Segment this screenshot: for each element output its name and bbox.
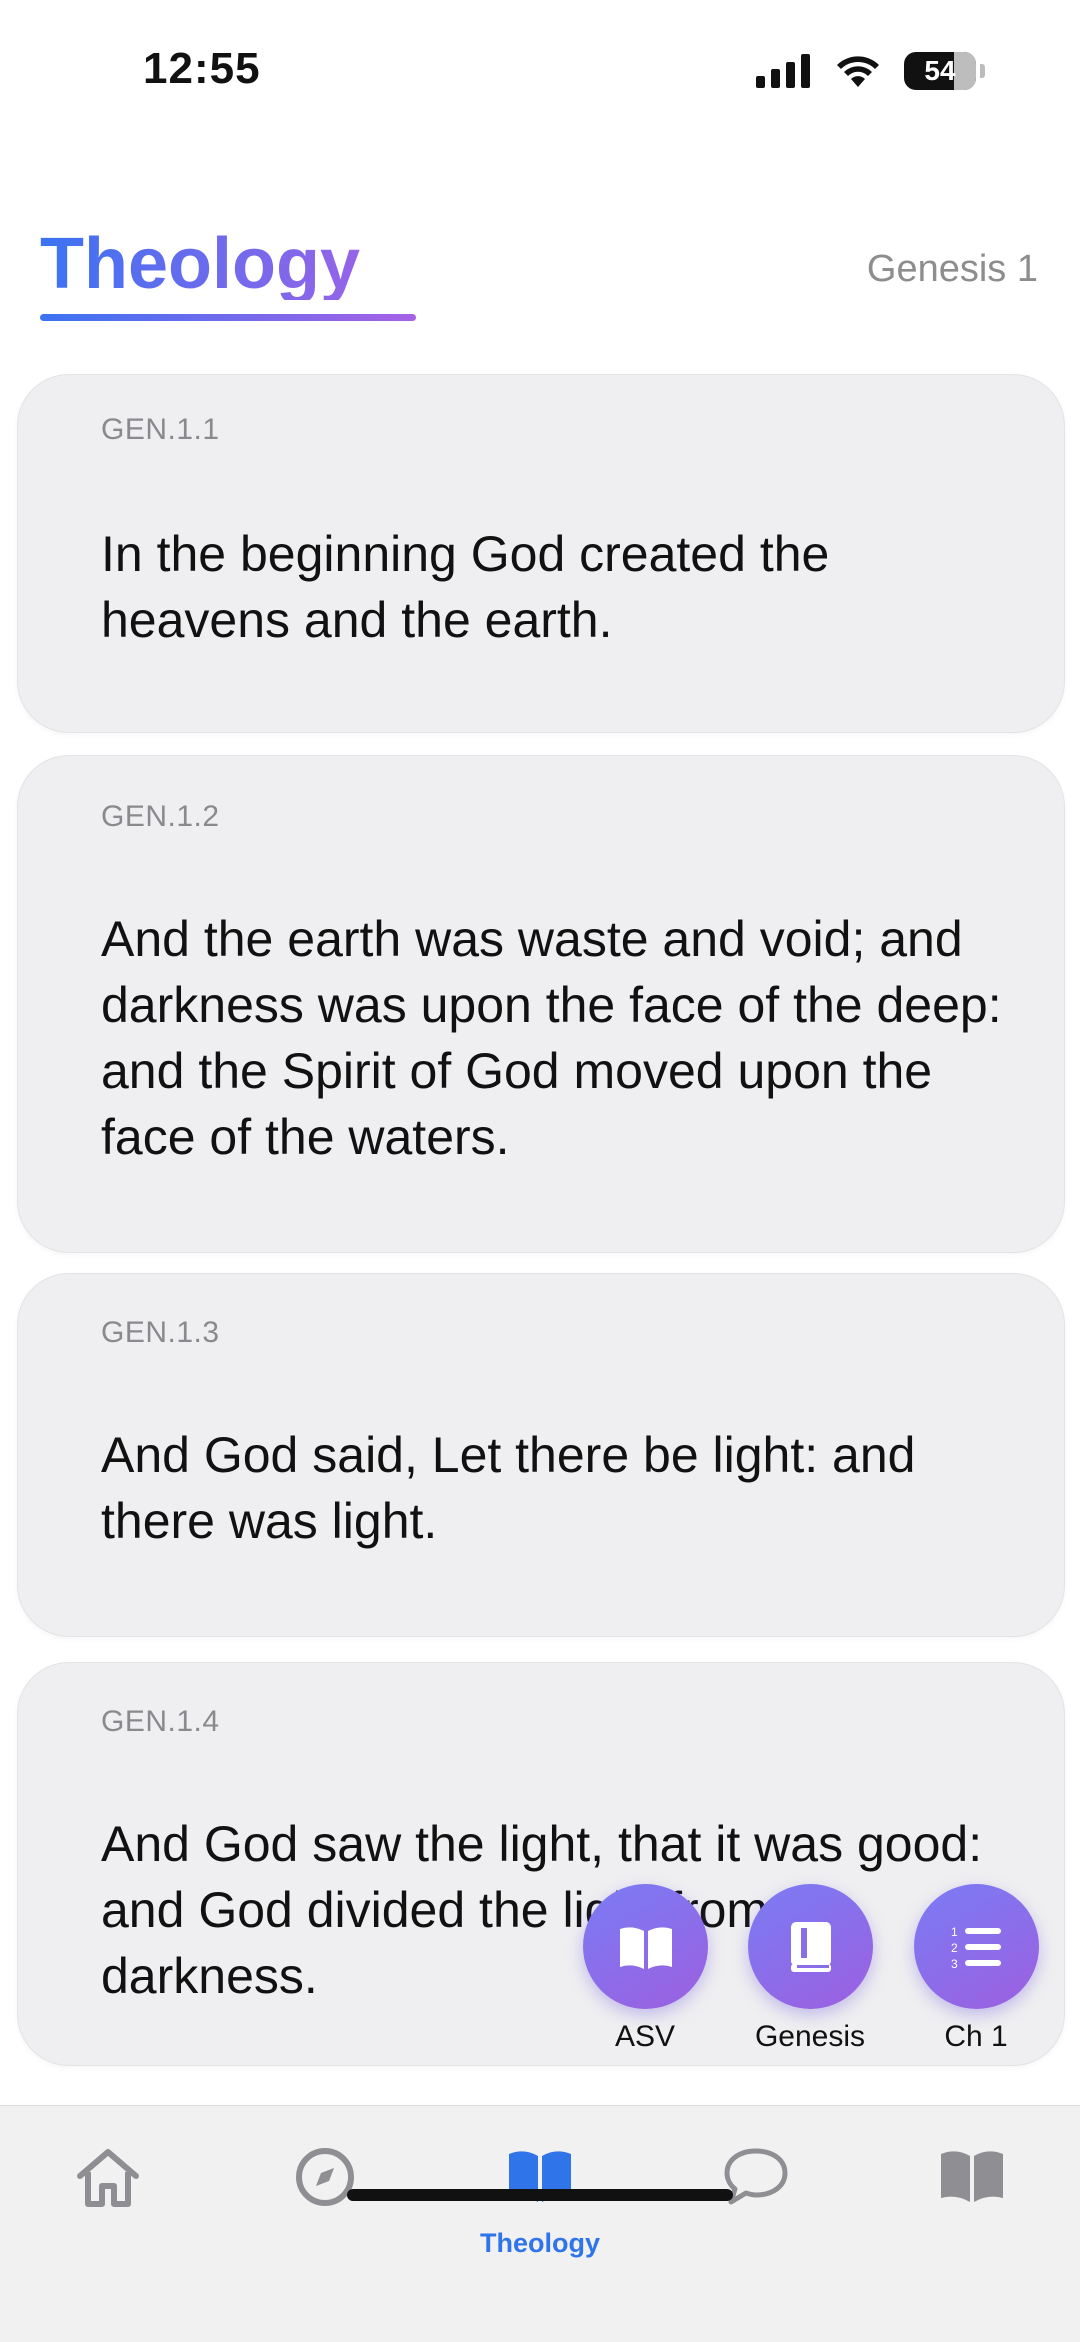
verse-text: In the beginning God created the heavens… — [101, 526, 830, 648]
tab-theology-label: Theology — [480, 2228, 600, 2258]
open-book-icon — [619, 1926, 672, 1969]
battery-level: 54 — [924, 55, 956, 86]
chapter-select-label: Ch 1 — [944, 2020, 1008, 2053]
verse-reference: GEN.1.4 — [101, 1705, 220, 1738]
tab-bar: Theology — [0, 2105, 1080, 2342]
verse-reference: GEN.1.3 — [101, 1316, 220, 1349]
book-icon — [941, 2151, 1003, 2202]
book-select-label: Genesis — [754, 2020, 866, 2053]
svg-text:2: 2 — [951, 1941, 958, 1955]
verse-text: And God said, Let there be light: and th… — [101, 1427, 916, 1549]
cellular-signal-icon — [756, 54, 810, 88]
book-chapter-label[interactable]: Genesis 1 — [867, 248, 1038, 291]
tab-chat[interactable] — [723, 2146, 789, 2213]
battery-tip — [980, 64, 985, 78]
tab-library[interactable] — [938, 2146, 1006, 2209]
verse-text: And the earth was waste and void; and da… — [101, 911, 1002, 1165]
chat-bubble-icon — [724, 2148, 788, 2205]
verse-card[interactable]: GEN.1.4 And God saw the light, that it w… — [17, 1662, 1065, 2066]
verse-reference: GEN.1.1 — [101, 413, 220, 446]
tab-explore[interactable] — [294, 2146, 356, 2213]
numbered-list-icon: 1 2 3 — [951, 1925, 1001, 1970]
verse-card[interactable]: GEN.1.2 And the earth was waste and void… — [17, 755, 1065, 1253]
verse-text: And God saw the light, that it was good:… — [101, 1816, 983, 2004]
translation-button[interactable] — [583, 1884, 708, 2009]
title-underline — [40, 314, 416, 321]
status-icons: 54 — [756, 52, 985, 90]
home-indicator — [347, 2189, 733, 2201]
verse-card[interactable]: GEN.1.3 And God said, Let there be light… — [17, 1273, 1065, 1637]
translation-label: ASV — [614, 2020, 676, 2053]
verse-card[interactable]: GEN.1.1 In the beginning God created the… — [17, 374, 1065, 733]
app-title: Theology — [40, 228, 416, 300]
battery-icon: 54 — [904, 52, 976, 90]
compass-icon — [296, 2148, 354, 2206]
book-select-button[interactable] — [748, 1884, 873, 2009]
verse-reference: GEN.1.2 — [101, 800, 220, 833]
svg-text:1: 1 — [951, 1925, 958, 1939]
closed-book-icon — [790, 1921, 831, 1972]
chapter-select-button[interactable]: 1 2 3 — [914, 1884, 1039, 2009]
home-icon — [77, 2149, 139, 2207]
tab-home[interactable] — [74, 2146, 142, 2215]
status-time: 12:55 — [143, 44, 261, 93]
wifi-icon — [837, 56, 879, 87]
svg-text:3: 3 — [951, 1957, 958, 1970]
app-title-block: Theology — [40, 228, 416, 321]
